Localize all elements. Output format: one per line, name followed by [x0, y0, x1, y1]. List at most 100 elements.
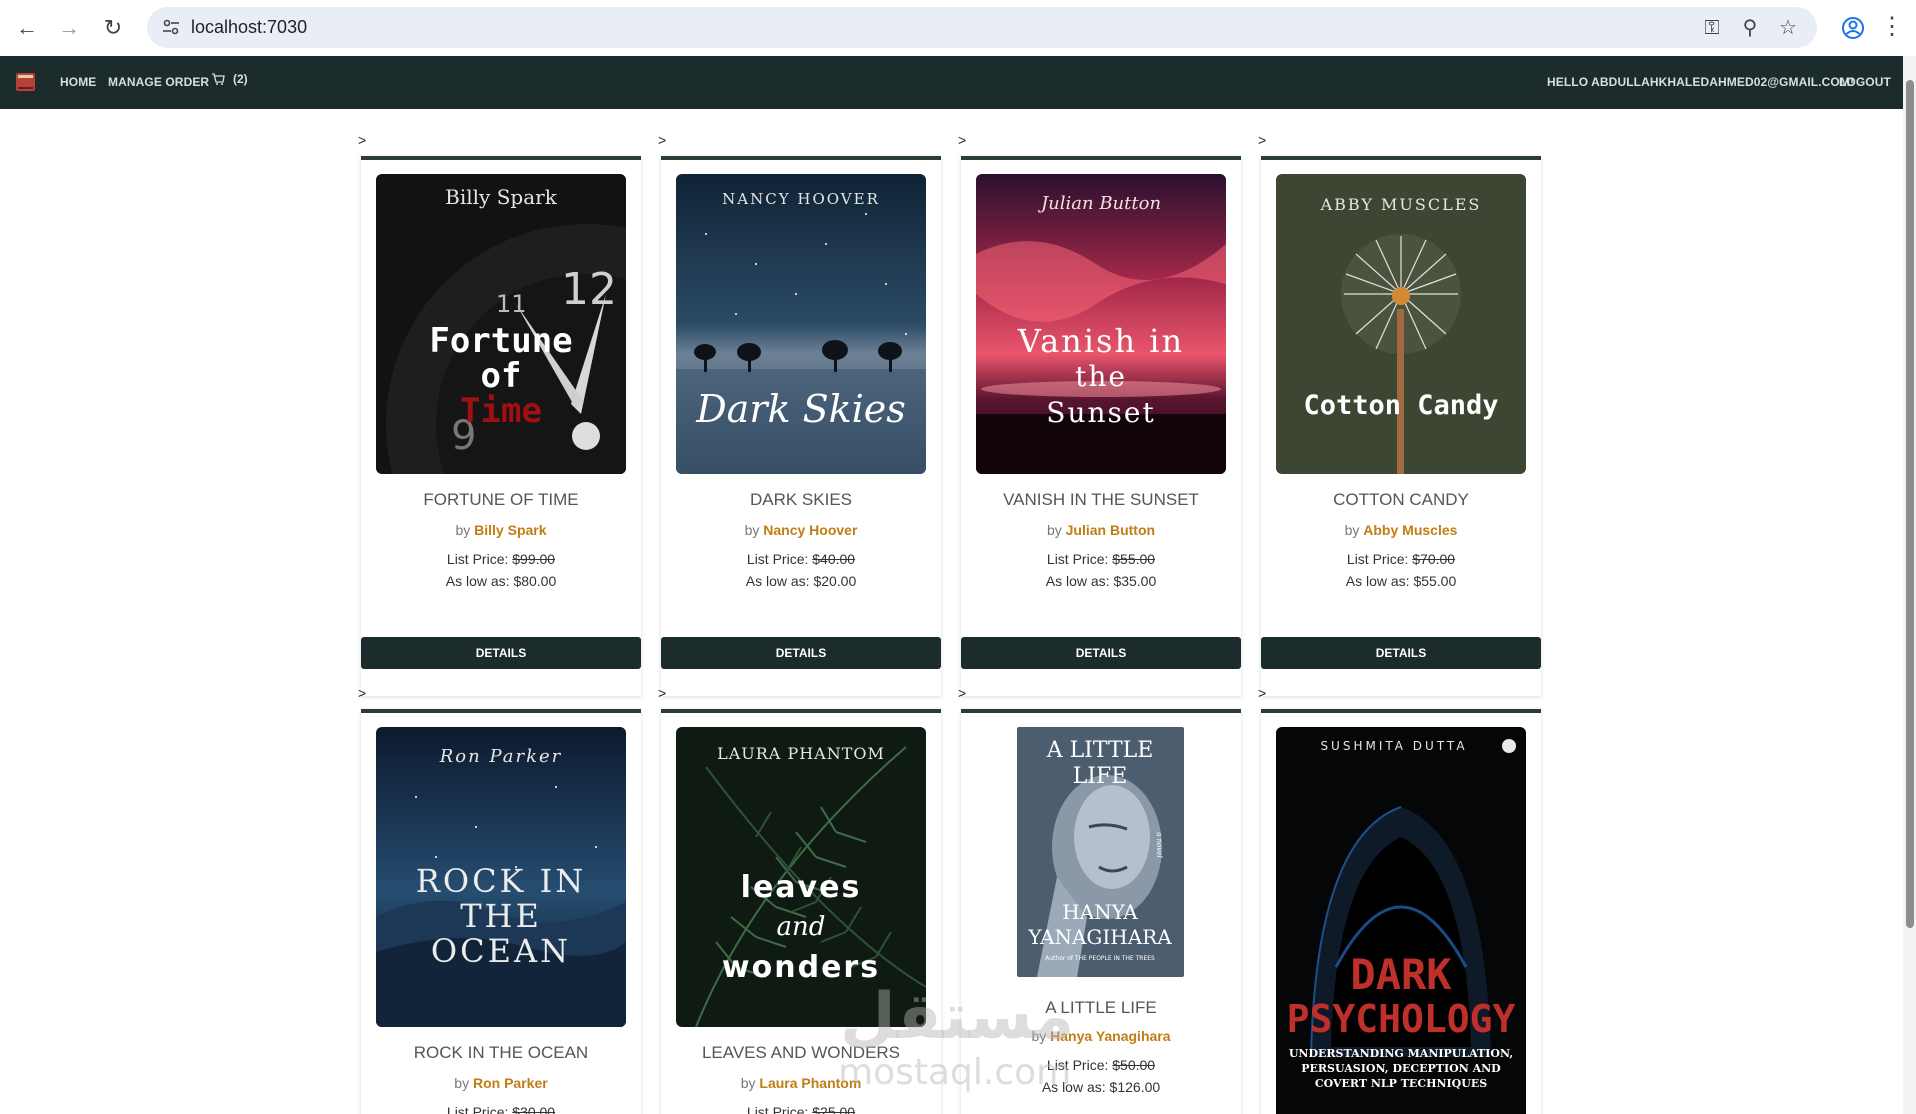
list-price: List Price: $99.00 [446, 551, 556, 567]
book-author: by Ron Parker [454, 1075, 548, 1091]
browser-toolbar: ← → ↻ localhost:7030 ⚿ ⚲ ☆ ⋮ [0, 0, 1916, 56]
svg-text:Sunset: Sunset [1046, 396, 1155, 429]
book-cover-image[interactable]: SUSHMITA DUTTA DARK PSYCHOLOGY UNDERSTAN… [1276, 727, 1526, 1114]
forward-arrow-icon[interactable]: → [54, 13, 84, 43]
nav-logout-link[interactable]: LOGOUT [1839, 75, 1891, 89]
book-title: ROCK IN THE OCEAN [413, 1043, 589, 1062]
svg-text:COVERT NLP TECHNIQUES: COVERT NLP TECHNIQUES [1315, 1077, 1487, 1090]
list-price: List Price: $55.00 [1046, 551, 1156, 567]
zoom-icon[interactable]: ⚲ [1737, 15, 1763, 41]
bookmark-star-icon[interactable]: ☆ [1775, 15, 1801, 41]
svg-text:Dark Skies: Dark Skies [695, 387, 906, 431]
list-price: List Price: $25.00 [746, 1104, 856, 1114]
kebab-menu-icon[interactable]: ⋮ [1880, 12, 1904, 42]
vanish-in-the-sunset-cover: Julian Button Vanish in the Sunset [976, 174, 1226, 474]
reload-icon[interactable]: ↻ [98, 13, 128, 43]
svg-text:OCEAN: OCEAN [431, 932, 571, 970]
page-scrollbar[interactable] [1903, 56, 1916, 1114]
svg-text:leaves: leaves [741, 870, 862, 905]
svg-text:SUSHMITA DUTTA: SUSHMITA DUTTA [1320, 739, 1467, 753]
dark-skies-cover: NANCY HOOVER Dark Skies [676, 174, 926, 474]
low-price: As low as: $35.00 [1045, 573, 1157, 589]
user-greeting: HELLO ABDULLAHKHALEDAHMED02@GMAIL.COM! [1547, 75, 1855, 89]
book-cover-image[interactable]: ABBY MUSCLES Cotton Candy [1276, 174, 1526, 474]
svg-text:a novel: a novel [1155, 832, 1163, 857]
book-cover-image[interactable]: 12 11 9 Billy Spark Fortune of Time [376, 174, 626, 474]
svg-text:Time: Time [460, 391, 542, 431]
svg-text:A LITTLE: A LITTLE [1046, 738, 1154, 763]
product-card: Ron Parker ROCK IN THE OCEAN ROCK IN THE… [361, 709, 641, 1114]
product-card: NANCY HOOVER Dark Skies DARK SKIES by Na… [661, 156, 941, 696]
svg-text:Billy Spark: Billy Spark [445, 185, 558, 209]
book-title: DARK SKIES [749, 490, 853, 509]
stray-arrow: > [958, 685, 967, 701]
rock-in-the-ocean-cover: Ron Parker ROCK IN THE OCEAN [376, 727, 626, 1027]
svg-text:DARK: DARK [1350, 950, 1452, 999]
svg-text:ABBY MUSCLES: ABBY MUSCLES [1320, 195, 1482, 214]
fortune-of-time-cover: 12 11 9 Billy Spark Fortune of Time [376, 174, 626, 474]
watermark-latin: mostaql.com [838, 1052, 1072, 1093]
svg-text:THE: THE [460, 897, 542, 935]
a-little-life-cover: A LITTLE LIFE a novel HANYA YANAGIHARA A… [1017, 727, 1184, 977]
cart-icon [212, 73, 225, 85]
book-author: by Billy Spark [455, 522, 547, 538]
nav-manage-order-link[interactable]: MANAGE ORDER [108, 75, 209, 89]
address-bar[interactable]: localhost:7030 ⚿ ⚲ ☆ [147, 7, 1817, 48]
book-cover-image[interactable]: Julian Button Vanish in the Sunset [976, 174, 1226, 474]
nav-cart-link[interactable]: (2) [211, 72, 248, 86]
svg-text:HANYA: HANYA [1062, 900, 1138, 924]
book-cover-image[interactable]: NANCY HOOVER Dark Skies [676, 174, 926, 474]
book-cover-image[interactable]: Ron Parker ROCK IN THE OCEAN [376, 727, 626, 1027]
url-text[interactable]: localhost:7030 [191, 17, 307, 38]
list-price: List Price: $70.00 [1346, 551, 1456, 567]
svg-text:PERSUASION, DECEPTION AND: PERSUASION, DECEPTION AND [1301, 1062, 1501, 1075]
svg-text:Julian Button: Julian Button [1037, 193, 1161, 214]
book-title: FORTUNE OF TIME [423, 490, 579, 509]
scrollbar-thumb[interactable] [1906, 80, 1914, 928]
book-author: by Abby Muscles [1344, 522, 1458, 538]
svg-text:of: of [481, 356, 522, 396]
book-author: by Nancy Hoover [744, 522, 858, 538]
svg-text:and: and [777, 912, 826, 942]
list-price: List Price: $30.00 [446, 1104, 556, 1114]
dark-psychology-cover: SUSHMITA DUTTA DARK PSYCHOLOGY UNDERSTAN… [1276, 727, 1526, 1114]
svg-text:UNDERSTANDING MANIPULATION,: UNDERSTANDING MANIPULATION, [1289, 1047, 1513, 1060]
profile-icon[interactable] [1838, 13, 1868, 43]
back-arrow-icon[interactable]: ← [12, 13, 42, 43]
svg-text:PSYCHOLOGY: PSYCHOLOGY [1287, 997, 1516, 1041]
details-button[interactable]: DETAILS [661, 637, 941, 669]
svg-text:11: 11 [496, 290, 527, 318]
details-button[interactable]: DETAILS [1261, 637, 1541, 669]
book-cover-image[interactable]: A LITTLE LIFE a novel HANYA YANAGIHARA A… [1017, 727, 1184, 977]
svg-text:12: 12 [561, 264, 617, 315]
svg-text:Fortune: Fortune [429, 321, 572, 361]
svg-text:ROCK IN: ROCK IN [416, 862, 587, 900]
details-button[interactable]: DETAILS [961, 637, 1241, 669]
nav-home-link[interactable]: HOME [60, 75, 96, 89]
svg-text:LAURA PHANTOM: LAURA PHANTOM [717, 744, 885, 763]
stray-arrow: > [658, 685, 667, 701]
svg-text:Ron Parker: Ron Parker [439, 746, 563, 767]
svg-text:Cotton Candy: Cotton Candy [1303, 390, 1498, 421]
book-title: COTTON CANDY [1333, 490, 1469, 509]
password-key-icon[interactable]: ⚿ [1699, 15, 1725, 41]
site-settings-icon[interactable] [161, 17, 181, 37]
low-price: As low as: $55.00 [1345, 573, 1457, 589]
details-button[interactable]: DETAILS [361, 637, 641, 669]
watermark-arabic: مستقل [840, 980, 1075, 1054]
book-logo-icon[interactable] [12, 68, 40, 96]
product-card: 12 11 9 Billy Spark Fortune of Time FORT… [361, 156, 641, 696]
stray-arrow: > [1258, 132, 1267, 148]
svg-text:YANAGIHARA: YANAGIHARA [1027, 925, 1172, 949]
product-card: Julian Button Vanish in the Sunset VANIS… [961, 156, 1241, 696]
book-author: by Julian Button [1046, 522, 1156, 538]
svg-text:NANCY HOOVER: NANCY HOOVER [722, 190, 880, 208]
book-title: VANISH IN THE SUNSET [1003, 490, 1199, 509]
svg-text:LIFE: LIFE [1073, 764, 1128, 789]
product-card: ABBY MUSCLES Cotton Candy COTTON CANDY b… [1261, 156, 1541, 696]
low-price: As low as: $80.00 [445, 573, 557, 589]
list-price: List Price: $40.00 [746, 551, 856, 567]
svg-text:Author of THE PEOPLE IN THE TR: Author of THE PEOPLE IN THE TREES [1045, 955, 1155, 962]
low-price: As low as: $20.00 [745, 573, 857, 589]
svg-text:the: the [1075, 360, 1127, 393]
